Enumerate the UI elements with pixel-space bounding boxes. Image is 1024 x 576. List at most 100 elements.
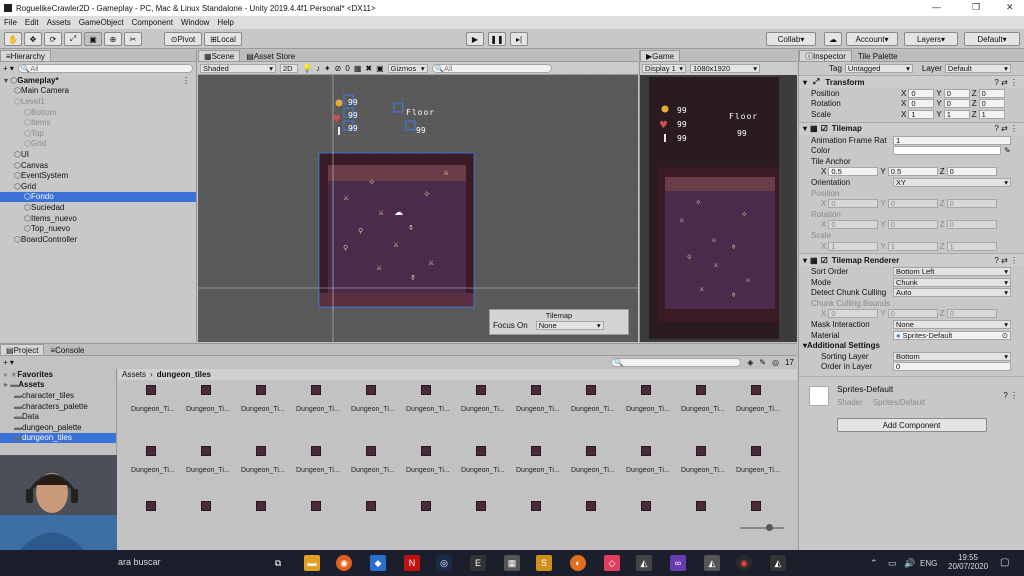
resolution-dropdown[interactable]: 1080x1920 ▾ (690, 64, 760, 73)
account-dropdown[interactable]: Account ▾ (846, 32, 898, 46)
culling-bounds-y-input[interactable]: 0 (887, 309, 938, 319)
add-component-button[interactable]: Add Component (836, 418, 987, 433)
material-field[interactable]: ● Sprites-Default ⊙ (893, 330, 1011, 340)
project-folder-item[interactable]: ▬ Data (0, 411, 116, 422)
hierarchy-item[interactable]: ⬡ Items_nuevo (0, 213, 196, 224)
mode-dropdown[interactable]: Chunk ▾ (893, 277, 1011, 287)
file-explorer-icon[interactable]: ▬ (304, 555, 320, 571)
minimize-icon[interactable]: — (932, 2, 941, 12)
component-menu-icon[interactable]: ? ⇄ ⋮ (994, 124, 1024, 133)
tile-anchor-z-input[interactable]: 0 (946, 167, 997, 177)
transform-scale-x-input[interactable]: 1 (908, 109, 935, 119)
collab-button[interactable]: Collab ▾ (766, 32, 816, 46)
hierarchy-item[interactable]: ⬡ Canvas (0, 160, 196, 171)
hierarchy-item[interactable]: ⬡ Items (0, 117, 196, 128)
tab-game[interactable]: ▶ Game (640, 50, 680, 61)
asset-thumbnail[interactable] (201, 501, 211, 511)
asset-thumbnail[interactable] (531, 385, 541, 395)
orientation-dropdown[interactable]: XY ▾ (893, 177, 1011, 187)
tilemap-enabled-checkbox[interactable]: ☑ (821, 124, 828, 133)
unity-editor-icon[interactable]: ◭ (770, 555, 786, 571)
tab-tile-palette[interactable]: Tile Palette (851, 50, 904, 61)
transform-scale-z-input[interactable]: 1 (978, 109, 1005, 119)
asset-thumbnail[interactable] (421, 501, 431, 511)
tile-anchor-y-input[interactable]: 0.5 (887, 167, 938, 177)
step-button[interactable]: ▸| (510, 32, 528, 46)
asset-thumbnail[interactable] (476, 501, 486, 511)
asset-thumbnail[interactable] (146, 501, 156, 511)
hierarchy-item[interactable]: ⬡ Main Camera (0, 86, 196, 97)
order-in-layer-input[interactable]: 0 (893, 362, 1011, 372)
asset-thumbnail[interactable] (201, 385, 211, 395)
tilemap-rotation-x-input[interactable]: 0 (828, 220, 879, 230)
culling-bounds-x-input[interactable]: 0 (828, 309, 879, 319)
asset-thumbnail[interactable] (256, 446, 266, 456)
shading-mode-dropdown[interactable]: Shaded ▾ (200, 63, 276, 73)
asset-thumbnail[interactable] (476, 446, 486, 456)
language-indicator[interactable]: ENG (920, 559, 937, 568)
menu-item-window[interactable]: Window (181, 18, 209, 27)
close-icon[interactable]: ✕ (1006, 2, 1014, 13)
asset-thumbnail[interactable] (256, 501, 266, 511)
asset-thumbnail[interactable] (146, 385, 156, 395)
maximize-icon[interactable]: ❐ (972, 2, 980, 13)
asset-thumbnail[interactable] (476, 385, 486, 395)
audio-icon[interactable]: ♪ (316, 64, 320, 73)
lighting-icon[interactable]: 💡 (302, 64, 312, 73)
scene-menu-icon[interactable]: ⋮ (182, 76, 196, 85)
scene-search-input[interactable]: 🔍 All (431, 63, 552, 73)
component-menu-icon[interactable]: ? ⇄ ⋮ (994, 78, 1024, 87)
transform-rotation-z-input[interactable]: 0 (978, 99, 1005, 109)
clock[interactable]: 19:55 20/07/2020 (948, 553, 988, 571)
game-viewport[interactable]: ♥ ✧ ✧ ⚔ ⚔ ⚱ ⚲ ⚔ ⚔ ⚔ ⚱ 99 99 99 Floor 99 (649, 77, 779, 339)
asset-thumbnail[interactable] (201, 446, 211, 456)
hierarchy-item[interactable]: ⬡ BoardController (0, 234, 196, 245)
asset-thumbnail[interactable] (366, 501, 376, 511)
asset-thumbnail[interactable] (531, 446, 541, 456)
asset-thumbnail[interactable] (696, 385, 706, 395)
move-tool-icon[interactable]: ✥ (24, 32, 42, 46)
asset-thumbnail[interactable] (696, 446, 706, 456)
transform-rotation-y-input[interactable]: 0 (943, 99, 970, 109)
camera-icon[interactable]: ▣ (376, 64, 384, 73)
steam-icon[interactable]: ◎ (436, 555, 452, 571)
pivot-button[interactable]: ⊙ Pivot (164, 32, 202, 46)
asset-thumbnail[interactable] (586, 501, 596, 511)
hidden-objects-icon[interactable]: ⊘ (335, 64, 342, 73)
project-folder-item[interactable]: ▬ character_tiles (0, 390, 116, 401)
hidden-packages-icon[interactable]: ◎ (772, 358, 779, 367)
asset-thumbnail[interactable] (311, 446, 321, 456)
taskbar-search[interactable]: ara buscar (118, 557, 161, 567)
detect-culling-dropdown[interactable]: Auto ▾ (893, 288, 1011, 298)
asset-thumbnail[interactable] (421, 385, 431, 395)
tab-console[interactable]: ≡ Console (44, 344, 91, 355)
toggle-2d-button[interactable]: 2D (280, 63, 298, 73)
chrome-icon[interactable]: ◉ (736, 555, 752, 571)
visual-studio-icon[interactable]: ∞ (670, 555, 686, 571)
transform-position-x-input[interactable]: 0 (908, 88, 935, 98)
tilemap-position-x-input[interactable]: 0 (828, 199, 879, 209)
cloud-icon[interactable]: ☁ (824, 32, 842, 46)
hierarchy-search-input[interactable]: 🔍 All (17, 64, 193, 73)
filter-type-icon[interactable]: ◈ (747, 358, 753, 367)
component-menu-icon[interactable]: ? ⇄ ⋮ (994, 256, 1024, 265)
sort-order-dropdown[interactable]: Bottom Left ▾ (893, 267, 1011, 277)
eyedropper-icon[interactable]: ✎ (1004, 146, 1011, 155)
tab-scene[interactable]: ▦ Scene (198, 50, 241, 61)
pause-button[interactable]: ❚❚ (488, 32, 506, 46)
ubuntu-icon[interactable]: ◉ (336, 555, 352, 571)
tilemap-renderer-header[interactable]: ▾ ▦ ☑ Tilemap Renderer? ⇄ ⋮ (799, 253, 1024, 267)
tag-dropdown[interactable]: Untagged ▾ (844, 64, 913, 73)
tab-hierarchy[interactable]: ≡ Hierarchy (0, 50, 51, 61)
menu-item-edit[interactable]: Edit (25, 18, 39, 27)
layer-dropdown[interactable]: Default ▾ (944, 64, 1011, 73)
tilemap-position-y-input[interactable]: 0 (887, 199, 938, 209)
asset-thumbnail[interactable] (366, 446, 376, 456)
tilemap-scale-x-input[interactable]: 1 (828, 241, 879, 251)
hierarchy-item[interactable]: ⬡ Top_nuevo (0, 223, 196, 234)
transform-position-z-input[interactable]: 0 (978, 88, 1005, 98)
scale-tool-icon[interactable]: ⤢ (64, 32, 82, 46)
hierarchy-item[interactable]: ⬡ Level1 (0, 96, 196, 107)
transform-position-y-input[interactable]: 0 (943, 88, 970, 98)
project-folder-item[interactable]: ▬ characters_palette (0, 401, 116, 412)
